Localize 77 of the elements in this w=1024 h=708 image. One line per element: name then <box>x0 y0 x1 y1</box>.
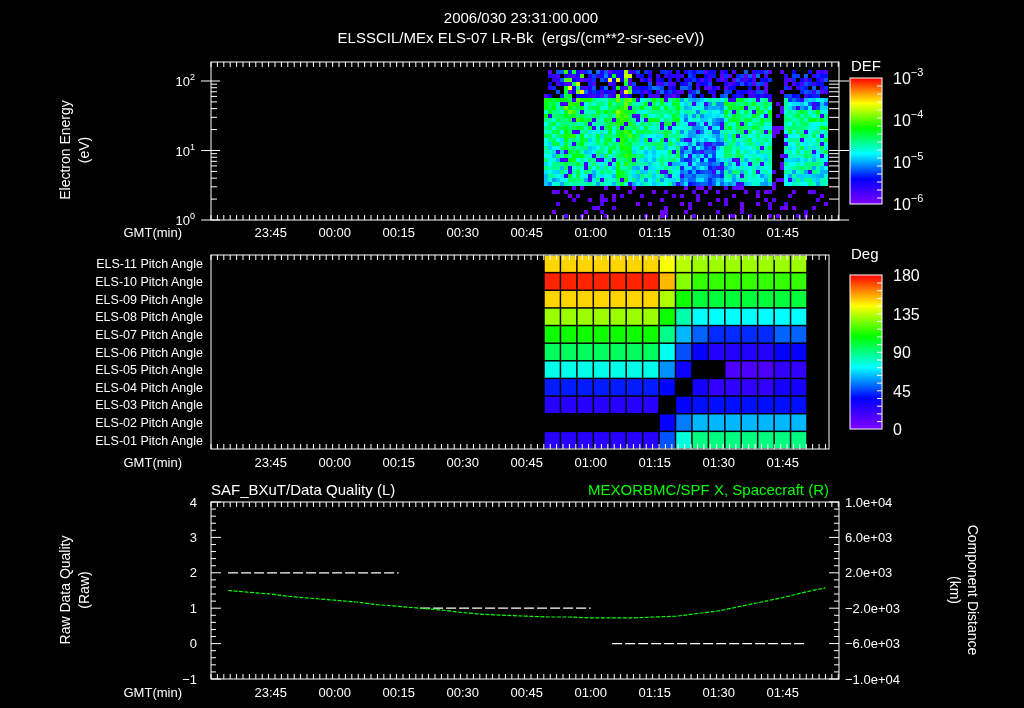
row-label: ELS-04 Pitch Angle <box>95 380 203 395</box>
y2-axis-title: Component Distance <box>965 524 981 656</box>
x-axis-label: GMT(min) <box>123 225 182 240</box>
row-label: ELS-02 Pitch Angle <box>95 416 203 431</box>
x-tick-label: 00:30 <box>446 455 479 470</box>
y-tick-label: 0 <box>189 636 197 652</box>
x-tick-label: 01:00 <box>574 455 607 470</box>
row-label: ELS-03 Pitch Angle <box>95 398 203 413</box>
x-tick-label: 00:30 <box>446 225 479 240</box>
y2-tick-label: 1.0e+04 <box>845 494 893 510</box>
colorbar-tick-label: 90 <box>893 344 911 361</box>
y-tick-label: 4 <box>189 494 197 510</box>
y-axis-unit: (eV) <box>76 136 92 164</box>
row-label: ELS-07 Pitch Angle <box>95 327 203 342</box>
row-label: ELS-11 Pitch Angle <box>96 257 203 272</box>
x-tick-label: 00:45 <box>510 455 543 470</box>
x-tick-label: 23:45 <box>254 685 287 700</box>
y-tick-label: 3 <box>189 529 197 545</box>
y-tick-label: 2 <box>189 565 197 581</box>
x-tick-label: 01:00 <box>574 685 608 700</box>
x-tick-label: 01:45 <box>766 685 800 700</box>
y-tick-label: 10$^{2}$ <box>175 72 195 89</box>
x-tick-label: 01:30 <box>702 225 735 240</box>
x-tick-label: 00:00 <box>318 225 351 240</box>
x-tick-label: 01:15 <box>638 685 672 700</box>
x-tick-label: 00:15 <box>382 225 415 240</box>
plot-title: 2006/030 23:31:00.000 <box>443 8 599 28</box>
y-tick-label: 1 <box>189 600 197 616</box>
y-tick-label: −1 <box>182 671 197 687</box>
series-title: SAF_BXuT/Data Quality (L) <box>211 481 396 498</box>
colorbar-tick-label: 10$^{−6}$ <box>893 192 924 213</box>
x-tick-label: 23:45 <box>254 455 287 470</box>
x-tick-label: 01:00 <box>574 225 607 240</box>
colorbar-tick-label: 10$^{−4}$ <box>893 108 924 129</box>
colorbar-tick-label: 10$^{−5}$ <box>893 150 924 171</box>
row-label: ELS-08 Pitch Angle <box>95 310 203 325</box>
x-tick-label: 01:45 <box>766 455 799 470</box>
colorbar-tick-label: 0 <box>893 421 902 438</box>
x-tick-label: 23:45 <box>254 225 287 240</box>
colorbar-tick-label: 180 <box>893 267 920 284</box>
x-tick-label: 00:00 <box>318 685 351 700</box>
y-axis-unit: (Raw) <box>76 571 92 609</box>
x-tick-label: 01:30 <box>702 455 735 470</box>
x-tick-label: 00:15 <box>382 455 415 470</box>
x-tick-label: 00:00 <box>318 455 351 470</box>
y-axis-title: Raw Data Quality <box>57 535 73 645</box>
y-tick-label: 10$^{0}$ <box>175 211 195 228</box>
y2-tick-label: −2.0e+03 <box>845 600 900 616</box>
x-tick-label: 00:45 <box>510 685 544 700</box>
plot-subtitle: ELSSCIL/MEx ELS-07 LR-Bk (ergs/(cm**2-sr-sec-eV)) <box>337 28 705 48</box>
x-tick-label: 01:45 <box>766 225 799 240</box>
x-tick-label: 01:15 <box>638 225 671 240</box>
y-axis-title: Electron Energy <box>57 100 73 200</box>
colorbar-tick-label: 135 <box>893 305 920 323</box>
x-tick-label: 00:45 <box>510 225 543 240</box>
row-label: ELS-05 Pitch Angle <box>95 363 203 378</box>
y2-tick-label: −6.0e+03 <box>845 636 900 652</box>
x-axis-label: GMT(min) <box>123 685 182 700</box>
y2-tick-label: 2.0e+03 <box>845 565 893 581</box>
colorbar-title: DEF <box>851 57 881 74</box>
x-tick-label: 00:30 <box>446 685 480 700</box>
y-tick-label: 10$^{1}$ <box>175 141 195 159</box>
row-label: ELS-10 Pitch Angle <box>95 274 203 289</box>
x-tick-label: 01:15 <box>638 455 671 470</box>
colorbar-tick-label: 10$^{−3}$ <box>893 66 924 87</box>
row-label: ELS-09 Pitch Angle <box>95 292 203 307</box>
x-axis-label: GMT(min) <box>123 455 182 470</box>
colorbar-title: Deg <box>851 245 879 262</box>
y2-tick-label: 6.0e+03 <box>845 529 893 545</box>
row-label: ELS-06 Pitch Angle <box>95 345 203 360</box>
series-title: MEXORBMC/SPF X, Spacecraft (R) <box>588 481 829 498</box>
x-tick-label: 01:30 <box>702 685 736 700</box>
colorbar-tick-label: 45 <box>893 382 911 400</box>
x-tick-label: 00:15 <box>382 685 415 700</box>
y2-axis-unit: (km) <box>947 576 963 604</box>
row-label: ELS-01 Pitch Angle <box>95 433 203 448</box>
y2-tick-label: −1.0e+04 <box>845 671 900 687</box>
